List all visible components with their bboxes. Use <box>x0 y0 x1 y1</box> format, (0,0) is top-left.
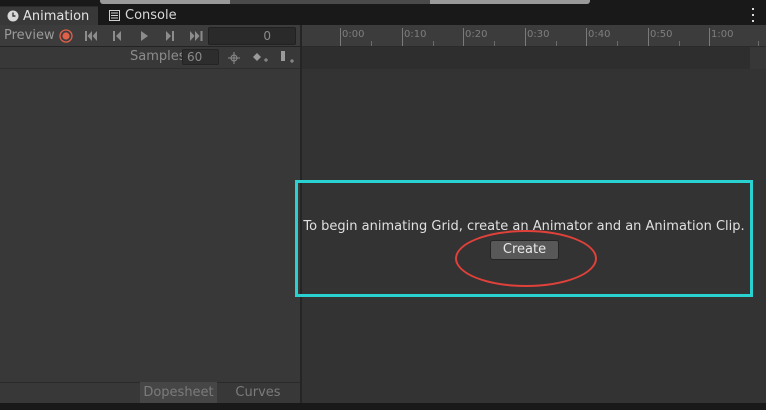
timeline-tick-label: 0:00 <box>342 29 365 40</box>
add-event-icon[interactable] <box>276 48 298 68</box>
timeline-major-tick <box>586 28 587 46</box>
tab-console-label: Console <box>125 8 177 23</box>
add-keyframe-icon[interactable] <box>249 48 271 68</box>
last-key-icon[interactable] <box>185 27 207 45</box>
timeline-tick-label: 0:50 <box>650 29 673 40</box>
timeline-minor-tick <box>556 41 557 46</box>
timeline-major-tick <box>402 28 403 46</box>
timeline-minor-tick <box>758 41 759 46</box>
timeline-minor-tick <box>679 41 680 46</box>
timeline-tick-label: 0:20 <box>465 29 488 40</box>
timeline-tick-label: 0:10 <box>404 29 427 40</box>
tab-animation[interactable]: Animation <box>0 6 98 25</box>
event-row-end <box>750 47 766 69</box>
tab-dopesheet[interactable]: Dopesheet <box>140 382 217 403</box>
timeline-minor-tick <box>494 41 495 46</box>
timeline-major-tick <box>648 28 649 46</box>
current-frame-field[interactable]: 0 <box>208 27 296 45</box>
samples-label: Samples <box>130 49 186 64</box>
timeline-minor-tick <box>371 41 372 46</box>
preview-button[interactable]: Preview <box>0 27 55 45</box>
first-key-icon[interactable] <box>81 27 103 45</box>
timeline-major-tick <box>340 28 341 46</box>
timeline-tick-label: 0:30 <box>527 29 550 40</box>
next-key-icon[interactable] <box>159 27 181 45</box>
samples-field[interactable]: 60 <box>182 49 219 65</box>
window-bottom-edge <box>0 403 766 410</box>
prev-key-icon[interactable] <box>107 27 129 45</box>
record-icon[interactable] <box>55 27 77 45</box>
top-strip-dark <box>230 0 430 4</box>
event-row <box>302 47 750 69</box>
hierarchy-pane <box>0 25 300 403</box>
tab-curves[interactable]: Curves <box>222 382 294 403</box>
timeline-major-tick <box>525 28 526 46</box>
timeline-tick-label: 1:00 <box>711 29 734 40</box>
filter-icon[interactable] <box>223 48 245 68</box>
clock-icon <box>6 10 19 23</box>
timeline-major-tick <box>463 28 464 46</box>
console-icon <box>108 9 121 22</box>
annotation-ellipse <box>455 230 597 287</box>
kebab-menu-icon[interactable] <box>750 8 756 22</box>
timeline-major-tick <box>709 28 710 46</box>
tab-console[interactable]: Console <box>102 6 198 25</box>
tab-animation-label: Animation <box>23 8 90 24</box>
timeline-minor-tick <box>433 41 434 46</box>
timeline-tick-label: 0:40 <box>588 29 611 40</box>
play-icon[interactable] <box>133 27 155 45</box>
timeline-minor-tick <box>617 41 618 46</box>
